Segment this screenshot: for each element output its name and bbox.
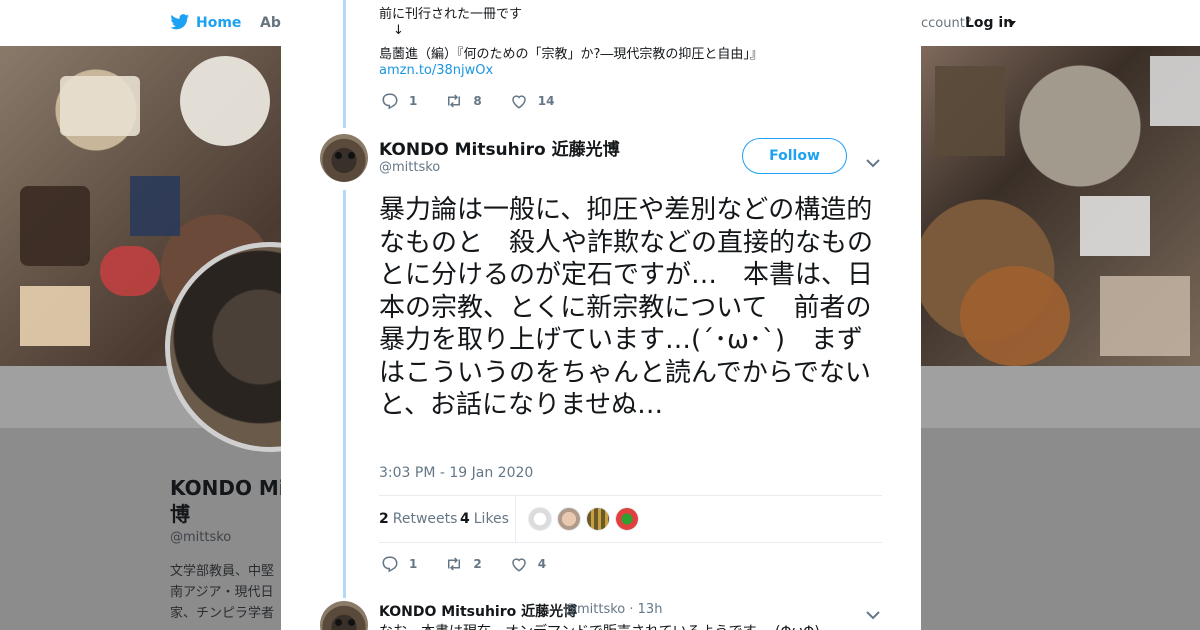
follow-button[interactable]: Follow — [742, 138, 847, 174]
thread-connector — [343, 0, 346, 128]
liker-avatar[interactable] — [615, 507, 639, 531]
like-count: 4 — [537, 557, 547, 571]
reply-count: 1 — [409, 557, 418, 571]
liker-avatar[interactable] — [528, 507, 552, 531]
previous-tweet-link[interactable]: amzn.to/38njwOx — [379, 63, 493, 78]
liker-avatar[interactable] — [557, 507, 581, 531]
like-button[interactable]: 4 — [510, 555, 546, 573]
liker-avatar[interactable] — [586, 507, 610, 531]
retweet-button[interactable]: 8 — [445, 92, 482, 110]
retweet-count: 2 — [473, 557, 482, 571]
stats-divider — [515, 496, 516, 542]
retweets-stat[interactable]: 2 Retweets — [379, 511, 457, 527]
previous-tweet-actions: 1 8 14 — [381, 92, 582, 110]
author-avatar[interactable] — [320, 134, 368, 182]
close-icon[interactable] — [1155, 13, 1177, 35]
like-count: 14 — [537, 94, 555, 108]
previous-tweet-arrow: ↓ — [393, 23, 404, 38]
reply-author-avatar[interactable] — [320, 601, 368, 630]
chevron-down-icon[interactable] — [866, 153, 880, 168]
login-link[interactable]: Log in — [965, 15, 1013, 31]
like-button[interactable]: 14 — [510, 92, 555, 110]
tweet-stats: 2 Retweets 4 Likes — [379, 495, 882, 543]
reply-author-name[interactable]: KONDO Mitsuhiro 近藤光博 — [379, 601, 577, 621]
likes-stat[interactable]: 4 Likes — [460, 511, 509, 527]
reply-icon — [382, 556, 398, 573]
previous-tweet-line: 島薗進（編）『何のための「宗教」か?―現代宗教の抑圧と自由」』 — [379, 47, 763, 62]
reply-author-meta[interactable]: @mittsko · 13h — [564, 602, 662, 617]
chevron-down-icon[interactable] — [866, 605, 880, 620]
reply-count: 1 — [409, 94, 418, 108]
login-caret-icon[interactable] — [1008, 21, 1016, 26]
tweet-text: 暴力論は一般に、抑圧や差別などの構造的なものと 殺人や詐欺などの直接的なものとに… — [379, 195, 874, 420]
profile-handle: @mittsko — [170, 530, 232, 545]
tweet-permalink-modal: 前に刊行された一冊です ↓ 島薗進（編）『何のための「宗教」か?―現代宗教の抑圧… — [281, 0, 921, 630]
nav-home-link[interactable]: Home — [196, 15, 241, 31]
like-icon — [511, 558, 526, 572]
retweet-button[interactable]: 2 — [445, 555, 482, 573]
author-name[interactable]: KONDO Mitsuhiro 近藤光博 — [379, 135, 620, 160]
tweet-timestamp[interactable]: 3:03 PM - 19 Jan 2020 — [379, 465, 533, 481]
profile-bio: 文学部教員、中堅 南アジア・現代日 家、チンピラ学者 — [170, 564, 275, 621]
retweet-icon — [448, 557, 461, 571]
author-handle[interactable]: @mittsko — [379, 160, 440, 175]
reply-button[interactable]: 1 — [381, 92, 417, 110]
tweet-actions: 1 2 4 — [381, 555, 574, 573]
like-icon — [511, 95, 526, 109]
previous-tweet-line: 前に刊行された一冊です — [379, 7, 523, 22]
reply-text: なお、本書は現在、オンデマンドで販売されているようです… (ΦωΦ) — [379, 621, 820, 630]
reply-icon — [382, 93, 398, 110]
retweet-count: 8 — [473, 94, 482, 108]
twitter-bird-icon[interactable] — [170, 14, 190, 31]
thread-connector — [343, 190, 346, 598]
retweet-icon — [448, 94, 461, 108]
reply-button[interactable]: 1 — [381, 555, 417, 573]
